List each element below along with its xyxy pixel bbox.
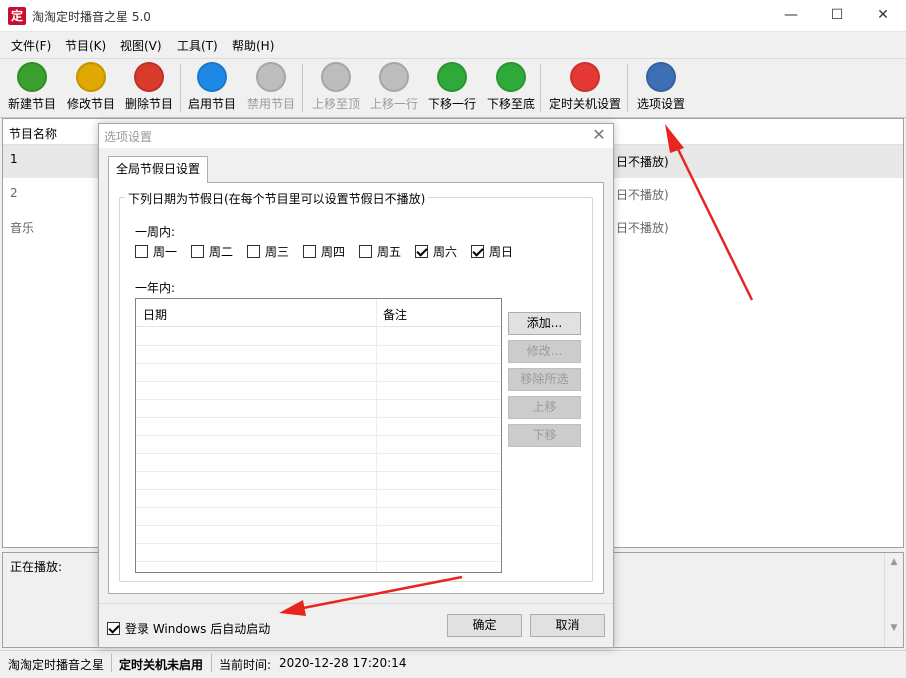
arrow-to-autostart-icon	[279, 575, 463, 616]
annotation-arrows	[279, 124, 754, 616]
arrow-to-options-icon	[665, 124, 754, 301]
